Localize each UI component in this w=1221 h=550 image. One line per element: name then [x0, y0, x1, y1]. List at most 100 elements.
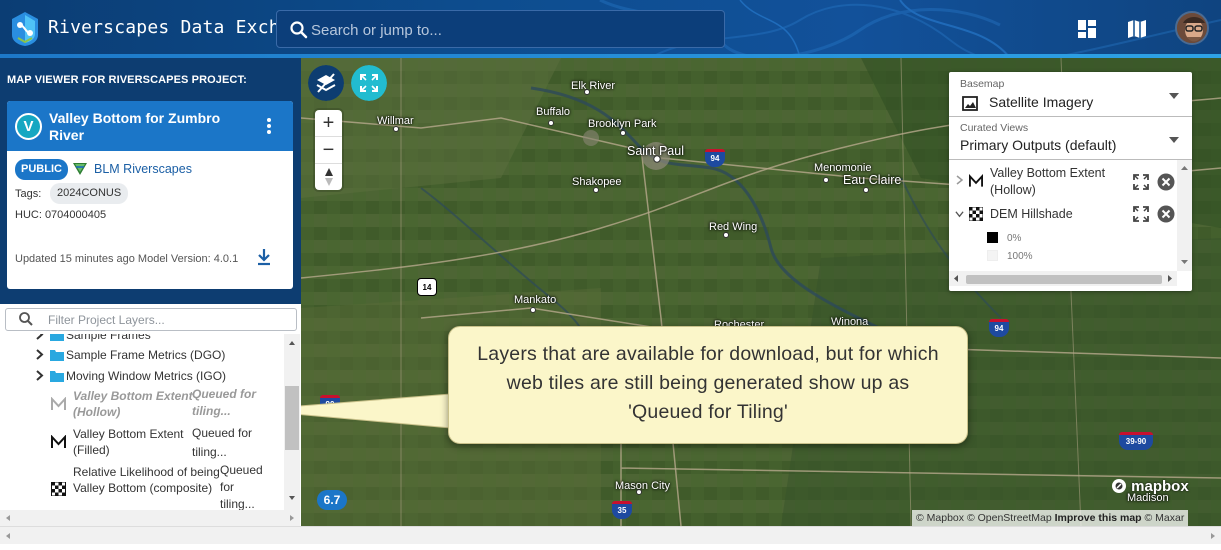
caret-down-icon[interactable]: [1169, 137, 1179, 143]
mapbox-logo-icon: [1112, 479, 1126, 493]
city-label: Brooklyn Park: [588, 118, 657, 130]
attribution-mapbox-link[interactable]: © Mapbox: [916, 512, 964, 524]
search-icon: [290, 21, 308, 39]
remove-layer-icon[interactable]: [1157, 205, 1175, 223]
dashboard-icon[interactable]: [1075, 17, 1099, 41]
layer-name: Valley Bottom Extent (Filled): [73, 427, 184, 457]
chevron-down-icon[interactable]: [955, 209, 964, 219]
callout-pointer: [301, 393, 451, 429]
city-label: Willmar: [377, 115, 414, 127]
map-layers-panel: Basemap Satellite Imagery Curated Views …: [949, 72, 1192, 291]
updated-status: Updated 15 minutes ago Model Version: 4.…: [15, 253, 239, 265]
chevron-right-icon[interactable]: [35, 334, 44, 340]
zoom-level-badge: 6.7: [317, 490, 347, 510]
layers-panel-scrollbar[interactable]: [1177, 160, 1192, 271]
map-view[interactable]: Elk River Buffalo Willmar Brooklyn Park …: [301, 58, 1221, 526]
scrollbar-thumb[interactable]: [285, 386, 299, 450]
folder-icon: [50, 334, 64, 341]
city-label: Mason City: [615, 480, 671, 492]
zoom-to-extent-icon[interactable]: [1132, 173, 1150, 191]
curated-views-select[interactable]: Curated Views Primary Outputs (default): [949, 117, 1192, 160]
line-layer-icon: [51, 435, 66, 448]
tag-chip[interactable]: 2024CONUS: [50, 183, 129, 204]
chevron-right-icon[interactable]: [35, 370, 44, 381]
raster-layer-icon: [969, 207, 983, 221]
project-card: V Valley Bottom for Zumbro River PUBLIC …: [7, 101, 293, 289]
scrollbar-thumb[interactable]: [966, 275, 1162, 284]
layer-status: Queued for tiling...: [220, 463, 263, 510]
attribution-osm-link[interactable]: © OpenStreetMap: [967, 512, 1052, 524]
active-layer-name: DEM Hillshade: [990, 207, 1073, 221]
project-card-header: V Valley Bottom for Zumbro River: [7, 101, 293, 151]
interstate-shield: 94: [989, 319, 1009, 337]
basemap-value: Satellite Imagery: [989, 94, 1094, 110]
line-layer-icon: [969, 174, 983, 187]
layers-toggle-icon[interactable]: [308, 65, 344, 101]
tree-folder-sample-frames[interactable]: Sample Frames: [0, 334, 284, 345]
legend-label: 100%: [1007, 251, 1033, 262]
raster-layer-icon: [51, 482, 66, 496]
search-input[interactable]: [311, 19, 711, 41]
app-logo-icon[interactable]: [10, 11, 40, 47]
tree-folder-moving-window-metrics[interactable]: Moving Window Metrics (IGO): [0, 366, 284, 386]
map-attribution: © Mapbox © OpenStreetMap Improve this ma…: [912, 510, 1189, 526]
mapbox-wordmark: mapbox: [1131, 478, 1189, 495]
tree-layer-valley-bottom-hollow[interactable]: Valley Bottom Extent (Hollow) Queued for…: [0, 386, 284, 422]
layer-status: Queued for tiling...: [192, 426, 253, 459]
tree-layer-valley-bottom-filled[interactable]: Valley Bottom Extent (Filled) Queued for…: [0, 424, 284, 460]
layer-tree: Sample Frames Sample Frame Metrics (DGO)…: [0, 334, 284, 510]
layer-name: Valley Bottom Extent (Hollow): [73, 389, 193, 419]
curated-views-label: Curated Views: [960, 122, 1029, 134]
basemap-select[interactable]: Basemap Satellite Imagery: [949, 72, 1192, 117]
more-vert-icon[interactable]: [261, 117, 277, 135]
scrollbar-arrows: [6, 515, 294, 521]
attribution-maxar-link[interactable]: © Maxar: [1145, 512, 1185, 524]
tree-folder-label: Moving Window Metrics (IGO): [66, 369, 227, 383]
legend-swatch-dark: [987, 232, 998, 243]
search-icon: [19, 312, 33, 326]
interstate-shield: 35: [612, 501, 632, 519]
remove-layer-icon[interactable]: [1157, 173, 1175, 191]
huc-code: HUC: 0704000405: [15, 209, 107, 221]
layer-name: Relative Likelihood of being Valley Bott…: [73, 465, 220, 495]
sidebar-horizontal-scrollbar[interactable]: [0, 510, 300, 526]
layer-filter-input[interactable]: [48, 312, 288, 328]
page-horizontal-scrollbar[interactable]: [0, 526, 1221, 544]
layer-status: Queued for tiling...: [192, 387, 257, 418]
organization-link[interactable]: BLM Riverscapes: [94, 162, 192, 176]
image-icon: [962, 96, 978, 111]
mapbox-logo[interactable]: mapbox: [1111, 478, 1189, 495]
project-sidebar: MAP VIEWER FOR RIVERSCAPES PROJECT: V Va…: [0, 58, 301, 544]
layer-filter[interactable]: [5, 308, 297, 331]
annotation-callout: Layers that are available for download, …: [448, 326, 968, 444]
download-icon[interactable]: [256, 248, 272, 266]
map-icon[interactable]: [1125, 17, 1149, 41]
active-layer-valley-bottom[interactable]: Valley Bottom Extent (Hollow): [949, 164, 1177, 200]
fullscreen-icon[interactable]: [351, 65, 387, 101]
improve-map-link[interactable]: Improve this map: [1055, 512, 1142, 524]
city-label: Shakopee: [572, 176, 622, 188]
active-layer-dem-hillshade[interactable]: DEM Hillshade: [949, 204, 1177, 224]
city-label: Mankato: [514, 294, 557, 306]
tree-layer-relative-likelihood[interactable]: Relative Likelihood of being Valley Bott…: [0, 462, 284, 510]
chevron-right-icon[interactable]: [955, 175, 964, 185]
zoom-in-button[interactable]: +: [315, 110, 342, 136]
caret-down-icon[interactable]: [1169, 93, 1179, 99]
tags-label: Tags:: [15, 188, 42, 200]
folder-icon: [50, 350, 64, 361]
tree-folder-label: Sample Frame Metrics (DGO): [66, 348, 226, 362]
tree-folder-sample-frame-metrics[interactable]: Sample Frame Metrics (DGO): [0, 345, 284, 365]
active-layers-list: Valley Bottom Extent (Hollow) DEM Hillsh…: [949, 160, 1192, 271]
compass-button[interactable]: [315, 163, 342, 189]
tree-folder-label: Sample Frames: [66, 334, 151, 342]
user-avatar[interactable]: [1175, 11, 1209, 45]
compass-icon: [324, 168, 333, 186]
project-title[interactable]: Valley Bottom for Zumbro River: [49, 110, 259, 144]
chevron-right-icon[interactable]: [35, 349, 44, 360]
active-layer-name: Valley Bottom Extent (Hollow): [990, 166, 1106, 197]
global-search[interactable]: [276, 10, 725, 48]
scrollbar-arrows: [1181, 166, 1188, 264]
zoom-to-extent-icon[interactable]: [1132, 205, 1150, 223]
zoom-out-button[interactable]: −: [315, 136, 342, 162]
us-route-shield: 14: [417, 278, 437, 296]
